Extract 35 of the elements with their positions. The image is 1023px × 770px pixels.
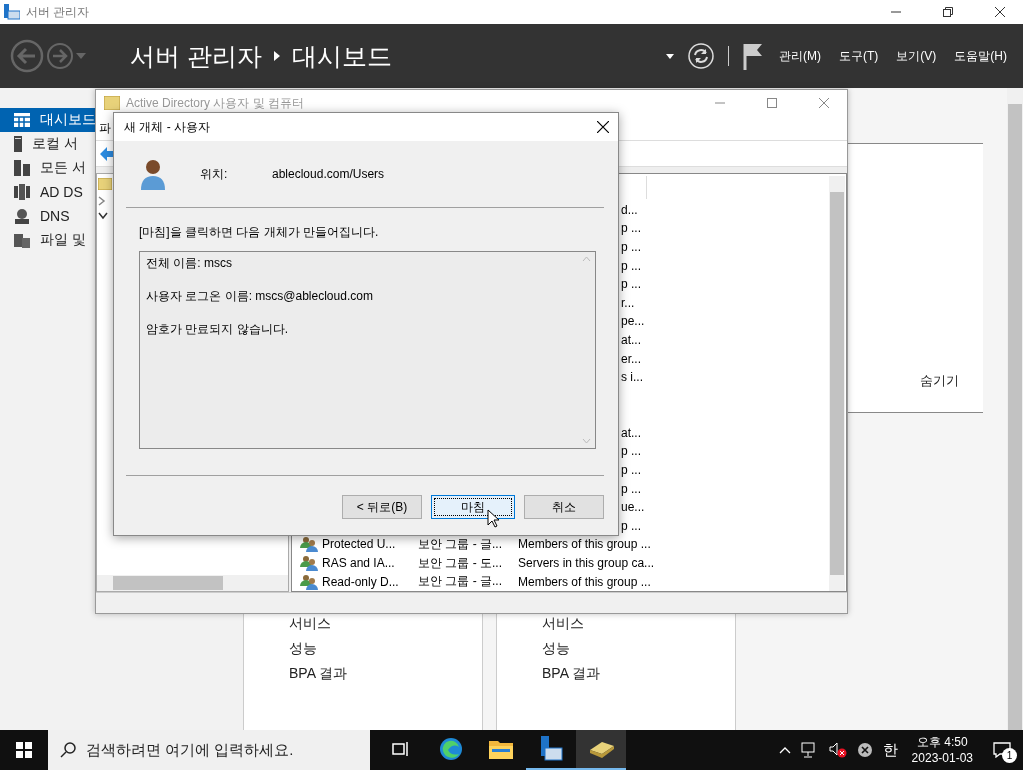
table-cell: r... <box>621 295 635 310</box>
location-label: 위치: <box>200 165 229 183</box>
table-cell: pe... <box>621 314 645 329</box>
summary-line: 전체 이름: mscs <box>146 255 233 272</box>
table-cell: p ... <box>621 463 641 478</box>
table-cell: p ... <box>621 221 641 236</box>
table-cell-text: 보안 그룹 - 글... <box>418 535 503 553</box>
table-cell: p ... <box>621 518 641 533</box>
table-cell-text: 보안 그룹 - 도... <box>418 554 503 572</box>
table-cell: s i... <box>621 370 643 385</box>
table-cell: p ... <box>621 444 641 459</box>
table-cell: p ... <box>621 481 641 496</box>
table-cell-text: Read-only D... <box>322 574 400 589</box>
table-cell: d... <box>621 202 638 217</box>
table-cell: at... <box>621 332 641 347</box>
notification-badge: 1 <box>1002 748 1017 763</box>
table-cell: p ... <box>621 258 641 273</box>
instruction-text: [마침]을 클릭하면 다음 개체가 만들어집니다. <box>139 224 380 241</box>
dialog-title: 새 개체 - 사용자 <box>124 118 210 136</box>
table-cell: Members of this group ... <box>518 537 651 552</box>
table-cell: at... <box>621 425 641 440</box>
table-cell-text: Protected U... <box>322 537 397 552</box>
location-value: ablecloud.com/Users <box>272 167 385 181</box>
summary-line: 암호가 만료되지 않습니다. <box>146 321 289 338</box>
table-cell: Servers in this group ca... <box>518 556 655 571</box>
table-cell: p ... <box>621 277 641 292</box>
window-title: Active Directory 사용자 및 컴퓨터 <box>126 94 305 112</box>
table-cell-text: RAS and IA... <box>322 556 396 571</box>
table-cell: p ... <box>621 239 641 254</box>
summary-line: 사용자 로그온 이름: mscs@ablecloud.com <box>146 288 374 305</box>
table-cell: Members of this group ... <box>518 574 651 589</box>
window-title: 서버 관리자 <box>26 3 90 21</box>
table-cell: ue... <box>621 500 645 515</box>
table-cell-text: 보안 그룹 - 글... <box>418 573 503 591</box>
table-cell: er... <box>621 351 641 366</box>
